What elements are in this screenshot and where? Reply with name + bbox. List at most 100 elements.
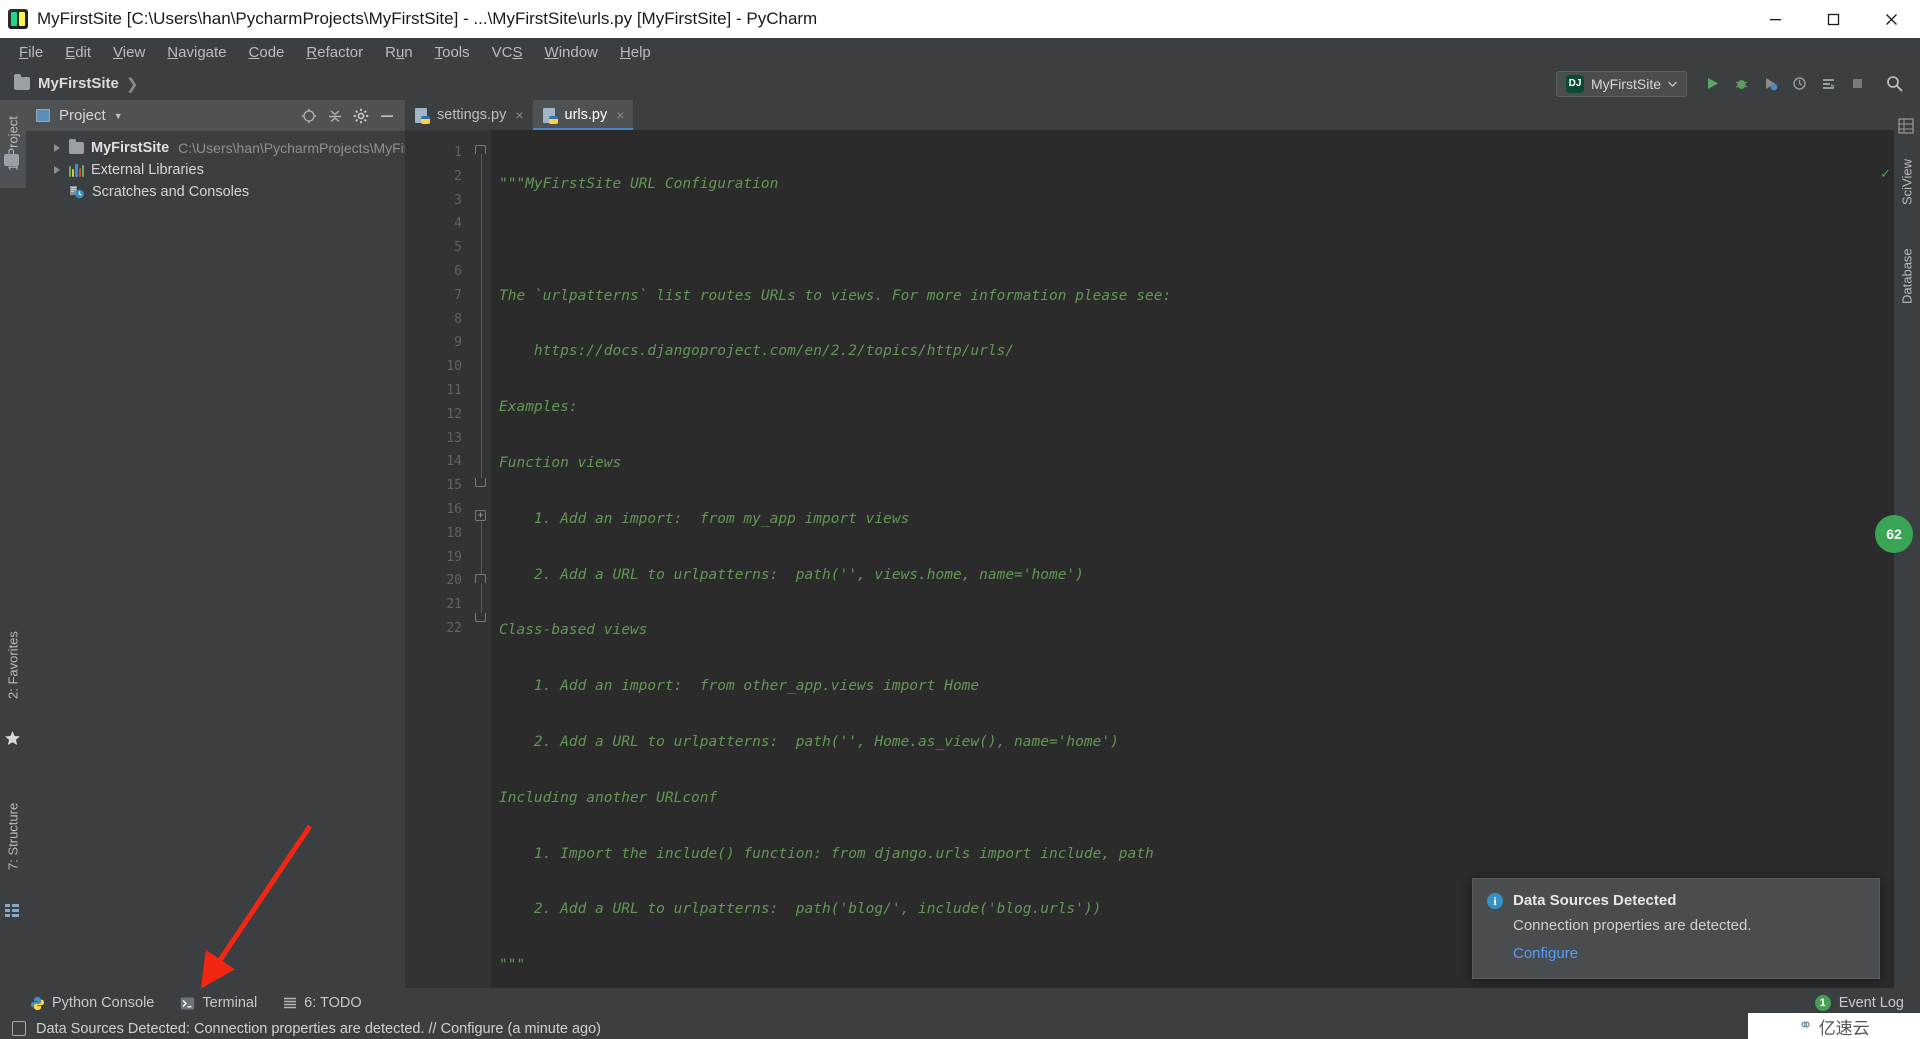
- scratches-icon: [69, 185, 85, 199]
- expand-folded-import-icon[interactable]: +: [475, 510, 486, 521]
- menu-code[interactable]: Code: [238, 41, 296, 64]
- profile-button[interactable]: [1786, 70, 1813, 97]
- line-number: 2: [454, 168, 462, 184]
- terminal-icon: [181, 997, 195, 1009]
- tree-item-label: MyFirstSite: [91, 140, 170, 156]
- menu-edit[interactable]: Edit: [54, 41, 102, 64]
- bottom-item-terminal[interactable]: Terminal: [180, 995, 257, 1011]
- cloud-icon: ⚭: [1798, 1016, 1813, 1035]
- line-number: 21: [446, 597, 462, 613]
- menu-vcs[interactable]: VCS: [481, 41, 534, 64]
- debug-button[interactable]: [1728, 70, 1755, 97]
- close-icon[interactable]: ×: [515, 107, 523, 123]
- stop-button[interactable]: [1844, 70, 1871, 97]
- minimize-button[interactable]: [1746, 0, 1804, 38]
- expand-arrow-icon[interactable]: [54, 166, 60, 174]
- editor-marker-rail[interactable]: ✓: [1878, 160, 1894, 1018]
- code-line: https://docs.djangoproject.com/en/2.2/to…: [499, 343, 1015, 360]
- code-folding-gutter[interactable]: +: [471, 130, 491, 988]
- hide-panel-icon[interactable]: [375, 104, 399, 128]
- attach-debugger-button[interactable]: [1815, 70, 1842, 97]
- project-panel-header: Project ▼: [26, 100, 405, 131]
- status-message[interactable]: Data Sources Detected: Connection proper…: [36, 1021, 601, 1037]
- sidebar-item-database[interactable]: Database: [1894, 230, 1920, 322]
- run-with-coverage-button[interactable]: [1757, 70, 1784, 97]
- menu-file[interactable]: File: [8, 41, 54, 64]
- configure-link[interactable]: Configure: [1513, 945, 1863, 962]
- run-button[interactable]: [1699, 70, 1726, 97]
- line-number: 8: [454, 311, 462, 327]
- code-line: 1. Add an import: from other_app.views i…: [499, 678, 980, 695]
- maximize-button[interactable]: [1804, 0, 1862, 38]
- sidebar-item-sciview[interactable]: SciView: [1894, 140, 1920, 224]
- close-icon[interactable]: ×: [616, 107, 624, 123]
- python-file-icon: [415, 107, 430, 124]
- menu-run[interactable]: Run: [374, 41, 424, 64]
- message-icon[interactable]: [12, 1021, 26, 1036]
- menu-view[interactable]: View: [102, 41, 156, 64]
- grid-icon: [1898, 118, 1916, 136]
- tree-item-label: Scratches and Consoles: [92, 184, 250, 200]
- tree-item-external-libraries[interactable]: External Libraries: [26, 159, 405, 181]
- python-file-icon: [542, 107, 558, 124]
- inspection-count-badge[interactable]: 62: [1875, 515, 1913, 553]
- folder-icon: [69, 139, 84, 154]
- sidebar-item-favorites[interactable]: 2: Favorites: [0, 610, 26, 720]
- inspection-ok-icon[interactable]: ✓: [1880, 166, 1891, 182]
- line-number: 13: [446, 430, 462, 446]
- tab-settings-py[interactable]: settings.py ×: [405, 100, 533, 130]
- menu-refactor[interactable]: Refactor: [295, 41, 374, 64]
- code-content[interactable]: """MyFirstSite URL Configuration The `ur…: [491, 130, 1894, 1029]
- project-panel-title: Project: [59, 107, 106, 124]
- bottom-item-todo[interactable]: 6: TODO: [283, 995, 362, 1011]
- line-number: 20: [446, 573, 462, 589]
- expand-arrow-icon[interactable]: [54, 144, 60, 152]
- tree-item-scratches-and-consoles[interactable]: Scratches and Consoles: [26, 181, 405, 203]
- line-number-gutter: 1 2 3 4 5 6 7 8 9 10 11 12 13 14 15 16 1…: [405, 130, 471, 988]
- code-line: Examples:: [499, 399, 578, 416]
- search-everywhere-icon[interactable]: [1881, 70, 1908, 97]
- line-number: 6: [454, 263, 462, 279]
- line-number: 9: [454, 335, 462, 351]
- menu-help[interactable]: Help: [609, 41, 662, 64]
- tab-urls-py[interactable]: urls.py ×: [532, 100, 634, 130]
- menu-navigate[interactable]: Navigate: [156, 41, 237, 64]
- fold-start-marker[interactable]: [475, 145, 486, 154]
- settings-gear-icon[interactable]: [349, 104, 373, 128]
- code-line: 2. Add a URL to urlpatterns: path('', vi…: [499, 566, 1084, 583]
- status-bar: Data Sources Detected: Connection proper…: [0, 1018, 1920, 1039]
- watermark: ⚭ 亿速云: [1748, 1013, 1920, 1039]
- event-log-button[interactable]: Event Log: [1839, 995, 1904, 1011]
- line-number: 22: [446, 620, 462, 636]
- editor-area: settings.py × urls.py × 1 2 3 4 5 6 7 8: [405, 100, 1913, 1029]
- window-title: MyFirstSite [C:\Users\han\PycharmProject…: [37, 9, 818, 28]
- chevron-down-icon[interactable]: ▼: [114, 111, 123, 121]
- line-number: 3: [454, 192, 462, 208]
- fold-end-marker[interactable]: [475, 478, 486, 487]
- breadcrumb[interactable]: MyFirstSite: [38, 75, 119, 92]
- locate-icon[interactable]: [297, 104, 321, 128]
- sidebar-item-project[interactable]: 1: Project: [0, 100, 26, 188]
- close-button[interactable]: [1862, 0, 1920, 38]
- menu-window[interactable]: Window: [534, 41, 609, 64]
- project-tool-window: Project ▼ MyFirstSite C:\Users\han\Pycha…: [26, 100, 443, 988]
- line-number: 14: [446, 454, 462, 470]
- run-configuration-selector[interactable]: DJ MyFirstSite: [1556, 70, 1687, 97]
- fold-end-marker[interactable]: [475, 613, 486, 622]
- notification-balloon[interactable]: i Data Sources Detected Connection prope…: [1472, 878, 1880, 979]
- tree-item-myfirstsite[interactable]: MyFirstSite C:\Users\han\PycharmProjects…: [26, 137, 443, 159]
- code-line: """MyFirstSite URL Configuration: [499, 176, 779, 192]
- sidebar-item-structure[interactable]: 7: Structure: [0, 780, 26, 892]
- menu-tools[interactable]: Tools: [424, 41, 481, 64]
- collapse-all-icon[interactable]: [323, 104, 347, 128]
- line-number: 1: [454, 145, 462, 160]
- bottom-tool-window-bar: Python Console Terminal 6: TODO 1 Event …: [0, 988, 1920, 1018]
- project-window-icon: [36, 109, 50, 122]
- tree-item-path: C:\Users\han\PycharmProjects\MyFirstSite: [178, 140, 444, 156]
- fold-start-marker[interactable]: [475, 574, 486, 583]
- editor-tab-bar: settings.py × urls.py ×: [405, 100, 1894, 130]
- bottom-item-python-console[interactable]: Python Console: [30, 995, 154, 1011]
- code-line: 1. Import the include() function: from d…: [499, 845, 1154, 862]
- project-panel-actions: [297, 104, 399, 128]
- code-editor[interactable]: 1 2 3 4 5 6 7 8 9 10 11 12 13 14 15 16 1…: [405, 130, 1894, 1029]
